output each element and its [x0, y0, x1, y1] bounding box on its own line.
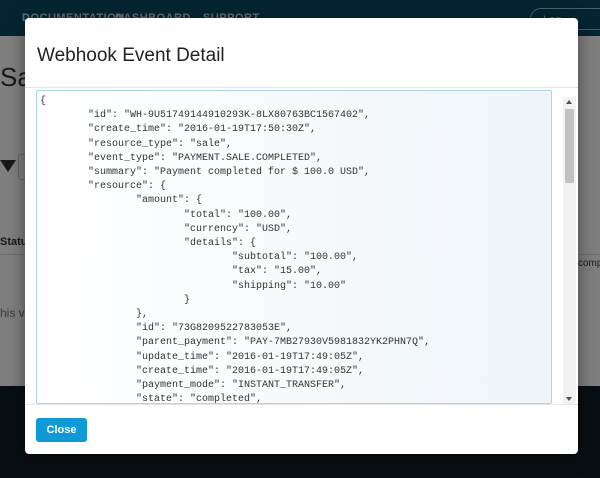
close-button[interactable]: Close — [36, 418, 87, 442]
modal-body: { "id": "WH-9U51749144910293K-8LX80763BC… — [25, 88, 578, 404]
event-json-content: { "id": "WH-9U51749144910293K-8LX80763BC… — [40, 96, 431, 404]
scrollbar-thumb[interactable] — [565, 109, 574, 183]
modal-footer: Close — [25, 404, 578, 454]
modal-header: Webhook Event Detail — [25, 18, 578, 88]
scroll-up-arrow-icon[interactable] — [566, 100, 572, 104]
webhook-event-detail-modal: Webhook Event Detail { "id": "WH-9U51749… — [25, 18, 578, 454]
modal-scrollbar[interactable] — [563, 97, 576, 404]
modal-title: Webhook Event Detail — [37, 45, 225, 66]
scroll-down-arrow-icon[interactable] — [566, 397, 572, 401]
event-json-textarea[interactable]: { "id": "WH-9U51749144910293K-8LX80763BC… — [36, 90, 552, 404]
